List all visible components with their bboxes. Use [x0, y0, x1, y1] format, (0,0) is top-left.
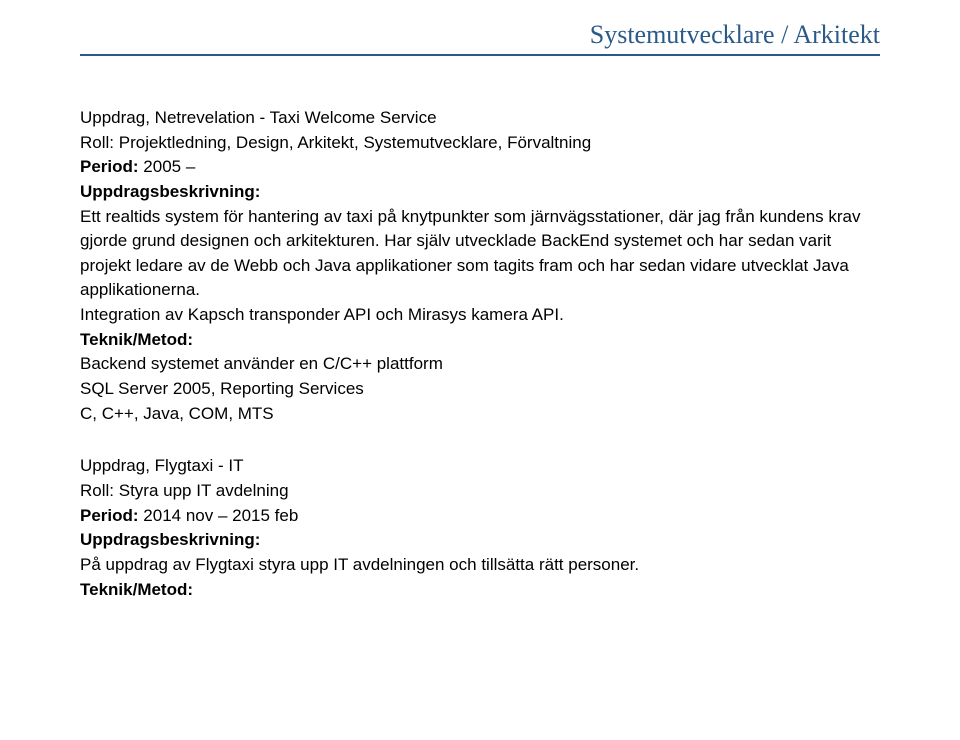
tech-label: Teknik/Metod: [80, 330, 193, 349]
tech-label: Teknik/Metod: [80, 580, 193, 599]
page-header-title: Systemutvecklare / Arkitekt [80, 20, 880, 56]
period-line: Period: 2005 – [80, 155, 880, 180]
assignment-block-1: Uppdrag, Netrevelation - Taxi Welcome Se… [80, 106, 880, 426]
tech-label-line: Teknik/Metod: [80, 328, 880, 353]
roll-line: Roll: Projektledning, Design, Arkitekt, … [80, 131, 880, 156]
period-label: Period: [80, 157, 139, 176]
assignment-separator: , [145, 456, 154, 475]
desc-label-line: Uppdragsbeskrivning: [80, 180, 880, 205]
roll-line: Roll: Styra upp IT avdelning [80, 479, 880, 504]
roll-value: Projektledning, Design, Arkitekt, System… [114, 133, 591, 152]
period-label: Period: [80, 506, 139, 525]
period-line: Period: 2014 nov – 2015 feb [80, 504, 880, 529]
assignment-prefix: Uppdrag [80, 456, 145, 475]
tech-line-1: Backend systemet använder en C/C++ platt… [80, 352, 880, 377]
assignment-prefix: Uppdrag [80, 108, 145, 127]
tech-label-line: Teknik/Metod: [80, 578, 880, 603]
desc-label: Uppdragsbeskrivning: [80, 182, 260, 201]
roll-label: Roll: [80, 133, 114, 152]
assignment-title: Netrevelation - Taxi Welcome Service [155, 108, 437, 127]
desc-label-line: Uppdragsbeskrivning: [80, 528, 880, 553]
assignment-title-line: Uppdrag, Netrevelation - Taxi Welcome Se… [80, 106, 880, 131]
desc-label: Uppdragsbeskrivning: [80, 530, 260, 549]
period-value: 2014 nov – 2015 feb [139, 506, 299, 525]
period-value: 2005 – [139, 157, 196, 176]
assignment-title: Flygtaxi - IT [155, 456, 244, 475]
roll-value: Styra upp IT avdelning [114, 481, 289, 500]
roll-label: Roll: [80, 481, 114, 500]
tech-line-2: SQL Server 2005, Reporting Services [80, 377, 880, 402]
assignment-block-2: Uppdrag, Flygtaxi - IT Roll: Styra upp I… [80, 454, 880, 602]
tech-line-3: C, C++, Java, COM, MTS [80, 402, 880, 427]
assignment-separator: , [145, 108, 154, 127]
desc-body: På uppdrag av Flygtaxi styra upp IT avde… [80, 553, 880, 578]
assignment-title-line: Uppdrag, Flygtaxi - IT [80, 454, 880, 479]
desc-body-2: Integration av Kapsch transponder API oc… [80, 303, 880, 328]
desc-body-1: Ett realtids system för hantering av tax… [80, 205, 880, 304]
